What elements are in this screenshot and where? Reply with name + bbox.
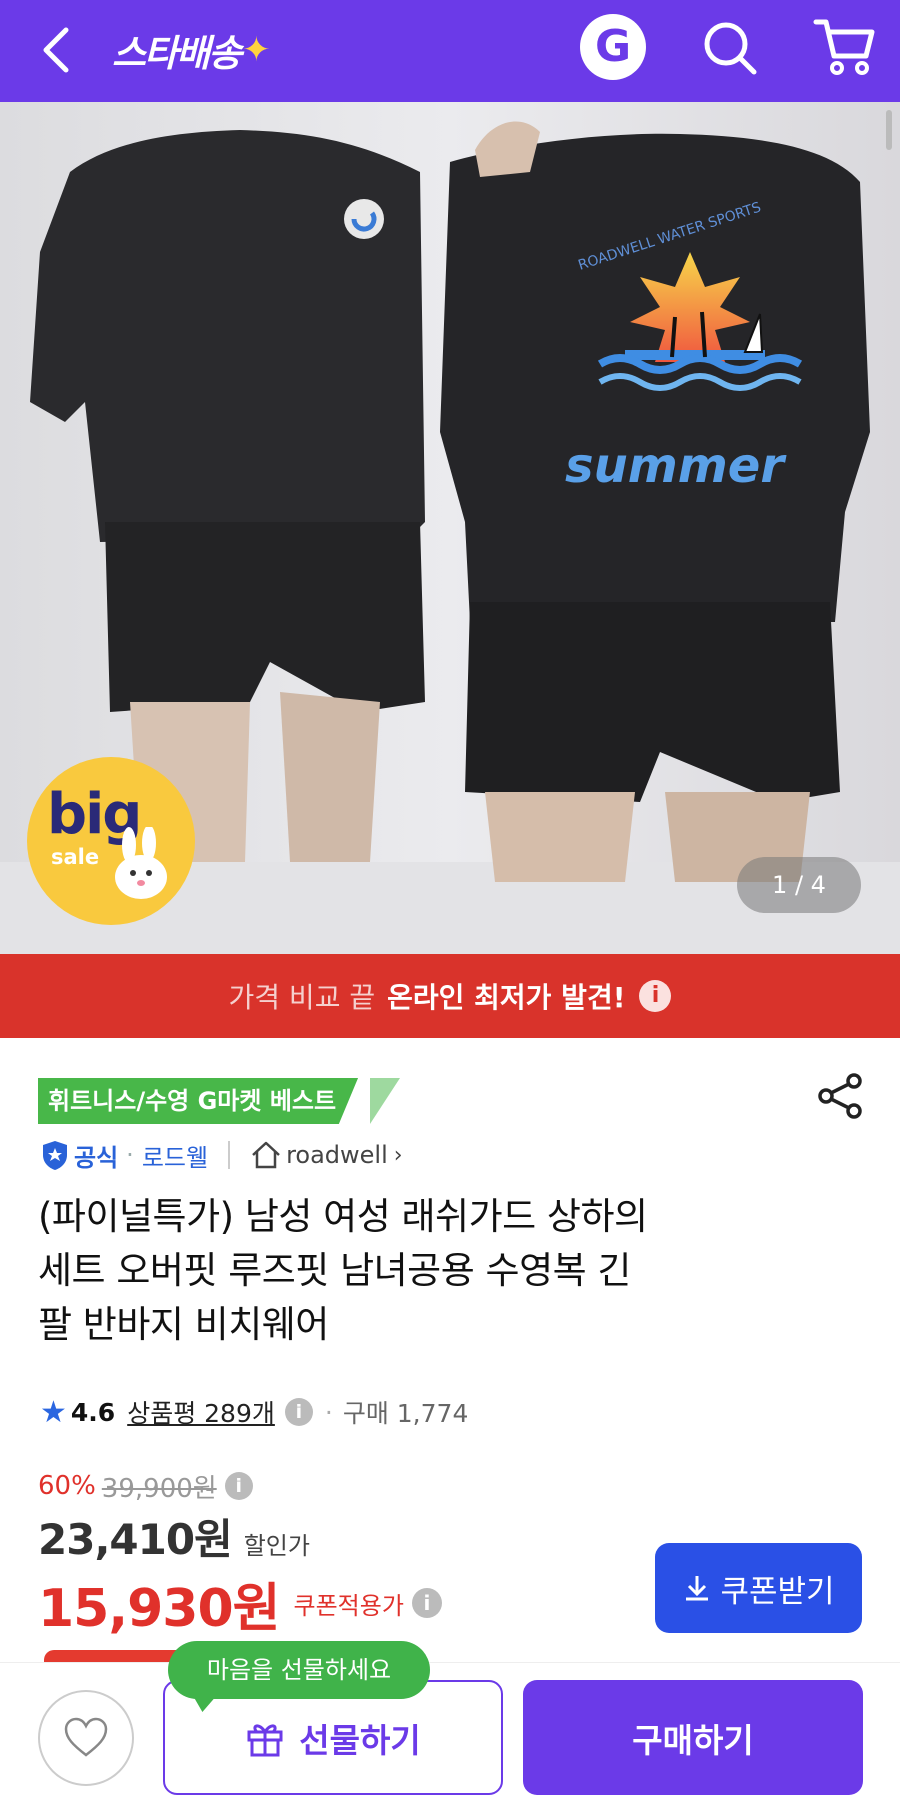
download-icon <box>686 1576 709 1601</box>
buy-button[interactable]: 구매하기 <box>523 1680 863 1795</box>
rating-info-icon[interactable]: i <box>284 1398 313 1426</box>
logo-spark-icon: ✦ <box>242 30 270 70</box>
rating-score: 4.6 <box>70 1397 116 1427</box>
share-icon[interactable] <box>816 1072 864 1120</box>
top-app-bar: 스타배송 ✦ G <box>0 0 900 102</box>
back-arrow-icon[interactable] <box>30 22 86 78</box>
gift-icon <box>247 1724 283 1756</box>
scrollbar-thumb[interactable] <box>886 110 892 150</box>
seller-divider <box>228 1141 231 1169</box>
gift-tooltip: 마음을 선물하세요 <box>168 1641 430 1699</box>
coupon-info-icon[interactable]: i <box>411 1588 442 1618</box>
get-coupon-label: 쿠폰받기 <box>720 1573 835 1610</box>
purchase-count: 구매 1,774 <box>342 1399 469 1428</box>
wishlist-button[interactable] <box>38 1690 134 1786</box>
rating-row: ★ 4.6 상품평 289개 i · 구매 1,774 <box>40 1394 468 1430</box>
coupon-price-label: 쿠폰적용가 <box>293 1591 404 1620</box>
rating-separator: · <box>324 1397 333 1427</box>
sale-price-row: 23,410원 할인가 <box>38 1506 310 1564</box>
coupon-price: 15,930원 <box>38 1578 281 1639</box>
gift-button-label: 선물하기 <box>299 1720 421 1760</box>
heart-icon <box>64 1717 108 1757</box>
seller-row: 공식 · 로드웰 roadwell › <box>40 1137 403 1173</box>
seller-separator: · <box>126 1141 134 1169</box>
badge-sale-text: sale <box>51 845 100 869</box>
gmarket-g-icon: G <box>594 21 632 72</box>
gmarket-home-button[interactable]: G <box>580 14 646 80</box>
star-icon: ★ <box>40 1394 67 1430</box>
star-delivery-logo[interactable]: 스타배송 ✦ <box>112 20 271 80</box>
best-tag-tail <box>370 1078 400 1124</box>
banner-info-icon[interactable]: i <box>639 980 672 1012</box>
shield-icon <box>43 1141 67 1170</box>
bunny-mascot-icon <box>115 827 167 899</box>
discount-row: 60% 39,900원 i <box>38 1468 253 1504</box>
official-label: 공식 <box>74 1143 119 1172</box>
product-title: (파이널특가) 남성 여성 래쉬가드 상하의 세트 오버핏 루즈핏 남녀공용 수… <box>38 1190 818 1352</box>
lowest-price-banner[interactable]: 가격 비교 끝 온라인 최저가 발견! i <box>0 954 900 1038</box>
banner-strong-text: 온라인 최저가 발견! <box>387 981 626 1014</box>
product-image-carousel[interactable]: ROADWELL WATER SPORTS summer big sale 1 … <box>0 102 900 954</box>
price-info-icon[interactable]: i <box>224 1472 253 1500</box>
reviews-link[interactable]: 상품평 289개 <box>127 1394 275 1430</box>
chevron-right-icon: › <box>393 1142 403 1168</box>
title-line: 팔 반바지 비치웨어 <box>38 1303 329 1346</box>
svg-text:summer: summer <box>565 438 787 494</box>
discount-percent: 60% <box>38 1471 96 1501</box>
get-coupon-button[interactable]: 쿠폰받기 <box>655 1543 862 1633</box>
search-icon[interactable] <box>700 18 760 78</box>
title-line: 세트 오버핏 루즈핏 남녀공용 수영복 긴 <box>38 1249 631 1292</box>
title-line: (파이널특가) 남성 여성 래쉬가드 상하의 <box>38 1195 648 1238</box>
category-best-tag[interactable]: 휘트니스/수영 G마켓 베스트 <box>38 1078 359 1124</box>
logo-text: 스타배송 <box>112 32 242 75</box>
sale-price-label: 할인가 <box>243 1532 310 1560</box>
seller-store-link[interactable]: 로드웰 <box>142 1138 208 1173</box>
image-page-indicator: 1 / 4 <box>737 857 861 913</box>
cart-icon[interactable] <box>812 14 876 78</box>
home-icon <box>252 1141 280 1169</box>
banner-lead-text: 가격 비교 끝 <box>228 981 376 1014</box>
sale-price: 23,410원 <box>38 1515 233 1564</box>
coupon-price-row: 15,930원 쿠폰적용가 i <box>38 1568 442 1639</box>
original-price: 39,900원 <box>101 1473 217 1504</box>
big-sale-badge: big sale <box>27 757 195 925</box>
brand-shop-link[interactable]: roadwell <box>286 1141 388 1169</box>
